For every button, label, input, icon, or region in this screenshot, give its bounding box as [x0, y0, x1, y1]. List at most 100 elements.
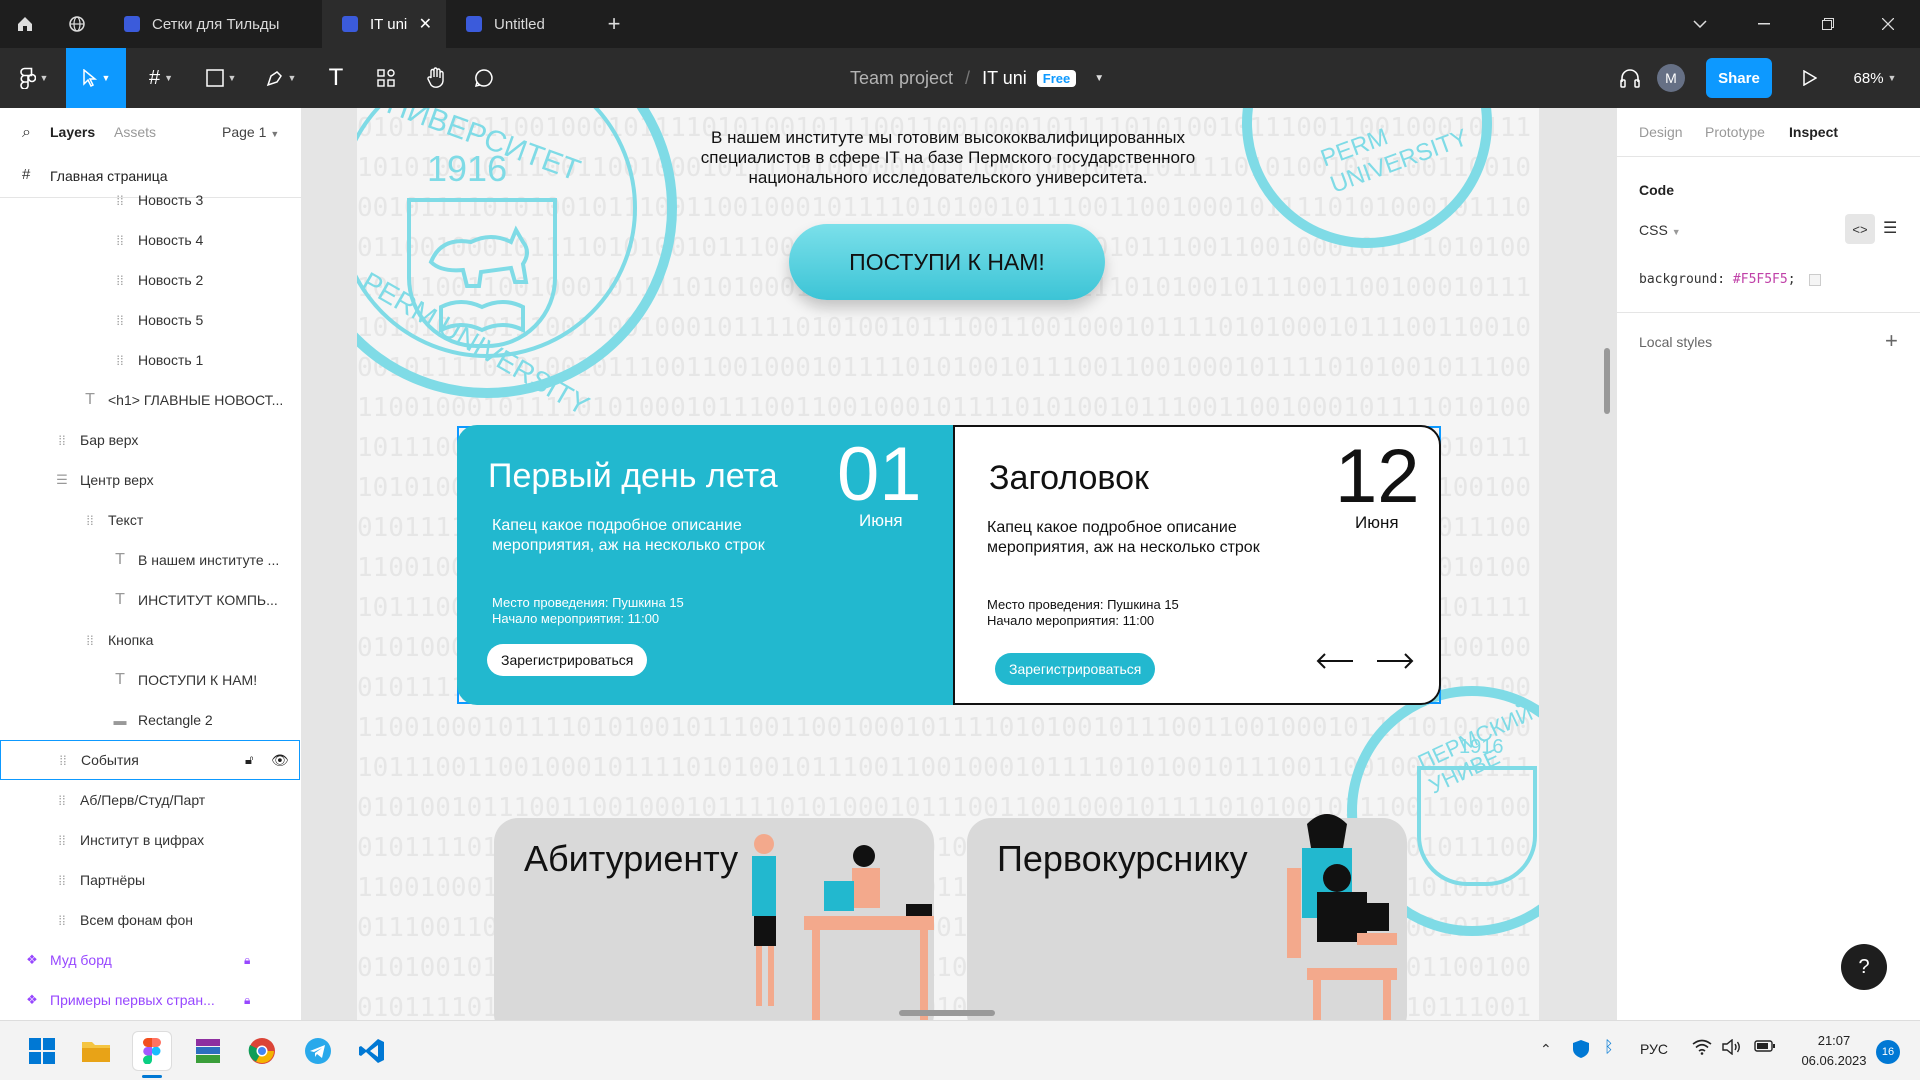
code-heading: Code: [1639, 182, 1674, 198]
tab-layers[interactable]: Layers: [50, 124, 95, 140]
title-bar: Сетки для Тильды IT uni ✕ Untitled +: [0, 0, 1920, 48]
file-menu-chevron-icon[interactable]: ▼: [1094, 73, 1104, 84]
text-tool-icon[interactable]: T: [316, 48, 356, 108]
new-tab-plus-icon[interactable]: +: [592, 0, 636, 48]
layer-item-component[interactable]: ❖ Примеры первых стран... 🔒︎: [0, 980, 301, 1020]
tab-prototype[interactable]: Prototype: [1705, 124, 1765, 140]
language-select[interactable]: CSS ▼: [1639, 222, 1681, 238]
main-page-frame[interactable]: 0101110011001000101111010100101110011001…: [357, 108, 1539, 1020]
search-icon[interactable]: ⌕: [22, 124, 31, 142]
main-menu-figma-icon[interactable]: ▼: [6, 48, 62, 108]
avatar[interactable]: M: [1657, 64, 1685, 92]
close-tab-icon[interactable]: ✕: [419, 14, 432, 34]
zoom-control[interactable]: 68% ▼: [1840, 48, 1910, 108]
layer-item[interactable]: ⁞⁞ Партнёры: [0, 860, 301, 900]
arrow-right-icon[interactable]: [1375, 651, 1415, 676]
layer-item[interactable]: ⁞⁞ Институт в цифрах: [0, 820, 301, 860]
comment-tool-icon[interactable]: [464, 48, 504, 108]
layer-item[interactable]: ⁞⁞ Текст: [0, 500, 301, 540]
team-name[interactable]: Team project: [850, 68, 953, 89]
layer-item-selected[interactable]: ⁞⁞ События 🔓︎ 👁︎: [0, 740, 300, 780]
layer-item[interactable]: ⁞⁞ Новость 2: [0, 260, 301, 300]
canvas[interactable]: 0101110011001000101111010100101110011001…: [302, 108, 1616, 1020]
move-tool-icon[interactable]: ▼: [66, 48, 126, 108]
layer-item[interactable]: ☰ Центр верх: [0, 460, 301, 500]
security-shield-icon[interactable]: [1572, 1039, 1590, 1064]
list-view-icon[interactable]: ☰: [1883, 218, 1897, 238]
horizontal-scroll-indicator[interactable]: [899, 1010, 995, 1016]
frame-tool-icon[interactable]: # ▼: [136, 48, 186, 108]
eye-visible-icon[interactable]: 👁︎: [271, 752, 289, 769]
tab-grids-tilda[interactable]: Сетки для Тильды: [104, 0, 322, 48]
figma-app-icon[interactable]: [132, 1031, 172, 1071]
register-button[interactable]: Зарегистрироваться: [995, 653, 1156, 685]
community-globe-icon[interactable]: [52, 0, 102, 48]
input-language[interactable]: РУС: [1640, 1041, 1668, 1057]
home-icon[interactable]: [0, 0, 50, 48]
lock-icon[interactable]: 🔒︎: [244, 953, 250, 968]
help-button[interactable]: ?: [1841, 944, 1887, 990]
arrow-left-icon[interactable]: [1315, 651, 1355, 676]
layer-item[interactable]: ▬ Rectangle 2: [0, 700, 301, 740]
file-explorer-icon[interactable]: [76, 1031, 116, 1071]
layer-item[interactable]: ⁞⁞ Новость 5: [0, 300, 301, 340]
tab-design[interactable]: Design: [1639, 124, 1683, 140]
layer-item[interactable]: T ПОСТУПИ К НАМ!: [0, 660, 301, 700]
layer-item[interactable]: ⁞⁞ Всем фонам фон: [0, 900, 301, 940]
layer-item[interactable]: ⁞⁞ Бар верх: [0, 420, 301, 460]
telegram-icon[interactable]: [298, 1031, 338, 1071]
notification-count-badge[interactable]: 16: [1876, 1040, 1900, 1064]
lock-icon[interactable]: 🔒︎: [244, 993, 250, 1008]
present-play-icon[interactable]: [1790, 48, 1830, 108]
add-style-plus-icon[interactable]: +: [1885, 328, 1898, 354]
freshman-card[interactable]: Первокурснику: [967, 814, 1407, 1020]
applicant-card[interactable]: Абитуриенту: [494, 818, 934, 1020]
chrome-icon[interactable]: [242, 1031, 282, 1071]
clock[interactable]: 21:07 06.06.2023: [1794, 1031, 1874, 1071]
color-swatch[interactable]: [1809, 273, 1822, 286]
windows-taskbar: ⌃ ᛒ РУС 21:07 06.06.2023 16: [0, 1020, 1920, 1080]
layer-item[interactable]: T ИНСТИТУТ КОМПЬ...: [0, 580, 301, 620]
page-selector[interactable]: Page 1 ▼: [222, 124, 279, 140]
file-name[interactable]: IT uni: [982, 68, 1027, 89]
tab-untitled[interactable]: Untitled: [446, 0, 590, 48]
layer-item[interactable]: ⁞⁞ Кнопка: [0, 620, 301, 660]
page-name[interactable]: Главная страница: [50, 168, 168, 184]
register-button[interactable]: Зарегистрироваться: [487, 644, 648, 676]
layer-item[interactable]: ⁞⁞ Новость 3: [0, 188, 301, 212]
pen-tool-icon[interactable]: ▼: [256, 48, 306, 108]
layer-item-component[interactable]: ❖ Муд борд 🔒︎: [0, 940, 301, 980]
bluetooth-icon[interactable]: ᛒ: [1604, 1039, 1614, 1057]
vertical-scrollbar[interactable]: [1604, 348, 1610, 414]
cta-enroll-button[interactable]: ПОСТУПИ К НАМ!: [789, 224, 1105, 300]
tab-assets[interactable]: Assets: [114, 124, 156, 140]
minimize-icon[interactable]: [1734, 0, 1794, 48]
wifi-icon[interactable]: [1692, 1039, 1712, 1060]
layer-item[interactable]: T <h1> ГЛАВНЫЕ НОВОСТ...: [0, 380, 301, 420]
layer-item[interactable]: ⁞⁞ Новость 1: [0, 340, 301, 380]
unlock-icon[interactable]: 🔓︎: [245, 752, 253, 768]
vscode-icon[interactable]: [352, 1031, 392, 1071]
volume-icon[interactable]: [1722, 1038, 1742, 1060]
tab-it-uni[interactable]: IT uni ✕: [322, 0, 446, 48]
winrar-icon[interactable]: [188, 1031, 228, 1071]
layer-item[interactable]: ⁞⁞ Новость 4: [0, 220, 301, 260]
rectangle-tool-icon[interactable]: ▼: [196, 48, 246, 108]
restore-icon[interactable]: [1798, 0, 1858, 48]
share-button[interactable]: Share: [1706, 58, 1772, 98]
windows-start-icon[interactable]: [22, 1031, 62, 1071]
event-card-1[interactable]: Первый день лета 01 Июня Капец какое под…: [457, 425, 953, 705]
close-window-icon[interactable]: [1858, 0, 1918, 48]
tab-inspect[interactable]: Inspect: [1789, 124, 1838, 140]
battery-icon[interactable]: [1754, 1039, 1776, 1058]
chevron-down-icon[interactable]: [1670, 0, 1730, 48]
layer-item[interactable]: ⁞⁞ Аб/Перв/Студ/Парт: [0, 780, 301, 820]
event-card-2[interactable]: Заголовок 12 Июня Капец какое подробное …: [953, 425, 1441, 705]
code-view-icon[interactable]: <>: [1845, 214, 1875, 244]
audio-headphones-icon[interactable]: [1610, 48, 1650, 108]
resources-tool-icon[interactable]: [366, 48, 406, 108]
hand-tool-icon[interactable]: [416, 48, 456, 108]
css-value[interactable]: #F5F5F5: [1733, 272, 1788, 287]
layer-item[interactable]: T В нашем институте ...: [0, 540, 301, 580]
tray-chevron-up-icon[interactable]: ⌃: [1540, 1041, 1552, 1058]
